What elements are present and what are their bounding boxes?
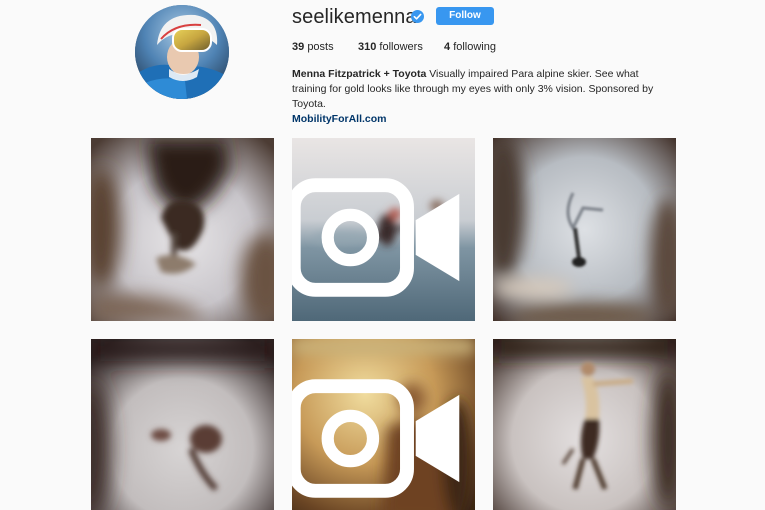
followers-label: followers	[379, 41, 423, 53]
profile-avatar[interactable]	[135, 5, 229, 99]
followers-stat[interactable]: 310 followers	[358, 40, 423, 54]
following-stat[interactable]: 4 following	[444, 40, 496, 54]
bio-website-link[interactable]: MobilityForAll.com	[292, 112, 672, 127]
video-camera-icon	[292, 178, 460, 297]
avatar-image	[135, 5, 229, 99]
post-image	[91, 339, 274, 510]
bio-full-name: Menna Fitzpatrick + Toyota	[292, 68, 427, 80]
post-tile[interactable]	[292, 339, 475, 510]
post-tile[interactable]	[91, 339, 274, 510]
profile-page: seelikemenna Follow 39 posts 310 followe…	[0, 0, 765, 510]
posts-count: 39	[292, 41, 305, 53]
verified-badge-icon	[411, 10, 424, 23]
post-image	[493, 138, 676, 321]
profile-bio: Menna Fitzpatrick + Toyota Visually impa…	[292, 67, 672, 127]
following-label: following	[453, 41, 496, 53]
post-tile[interactable]	[292, 138, 475, 321]
profile-username: seelikemenna	[292, 6, 417, 28]
posts-label: posts	[307, 41, 334, 53]
posts-stat: 39 posts	[292, 40, 334, 54]
post-image	[91, 138, 274, 321]
post-tile[interactable]	[91, 138, 274, 321]
video-camera-icon	[292, 379, 460, 498]
post-tile[interactable]	[493, 339, 676, 510]
following-count: 4	[444, 41, 451, 53]
post-tile[interactable]	[493, 138, 676, 321]
followers-count: 310	[358, 41, 377, 53]
post-image	[493, 339, 676, 510]
follow-button[interactable]: Follow	[436, 7, 494, 25]
